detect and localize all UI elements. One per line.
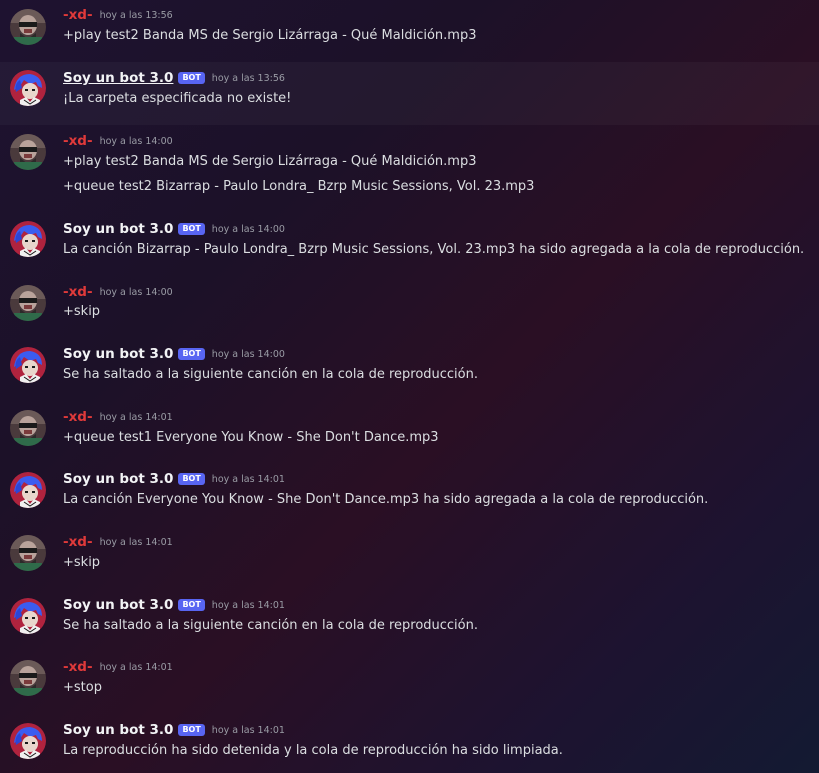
- message-content: +skip: [63, 555, 101, 570]
- blue-hair-character-avatar-icon[interactable]: [10, 221, 46, 257]
- message-item[interactable]: -xd-hoy a las 14:00 +skip: [0, 280, 819, 342]
- bot-badge: BOT: [178, 72, 205, 84]
- blue-hair-character-avatar-icon[interactable]: [10, 347, 46, 383]
- message-content: Se ha saltado a la siguiente canción en …: [63, 367, 478, 382]
- bot-badge: BOT: [178, 348, 205, 360]
- message-timestamp[interactable]: hoy a las 14:00: [100, 136, 173, 147]
- author-name[interactable]: -xd-: [63, 7, 93, 23]
- message-header: Soy un bot 3.0 BOT hoy a las 14:01: [63, 720, 285, 740]
- author-name[interactable]: -xd-: [63, 133, 93, 149]
- message-item[interactable]: Soy un bot 3.0 BOT hoy a las 14:01 La canci…: [0, 466, 819, 528]
- message-header: Soy un bot 3.0 BOT hoy a las 14:01: [63, 595, 285, 615]
- masked-person-avatar-icon[interactable]: [10, 285, 46, 321]
- author-name[interactable]: Soy un bot 3.0: [63, 221, 173, 237]
- author-name[interactable]: Soy un bot 3.0: [63, 346, 173, 362]
- message-timestamp[interactable]: hoy a las 13:56: [100, 10, 173, 21]
- message-header: -xd-hoy a las 14:01: [63, 407, 173, 427]
- message-timestamp[interactable]: hoy a las 14:00: [100, 287, 173, 298]
- blue-hair-character-avatar-icon[interactable]: [10, 598, 46, 634]
- message-item[interactable]: Soy un bot 3.0 BOT hoy a las 14:01 Se ha sa…: [0, 590, 819, 652]
- message-list: -xd-hoy a las 13:56 +play test2 Banda MS …: [0, 0, 819, 773]
- message-timestamp[interactable]: hoy a las 13:56: [212, 73, 285, 84]
- message-header: Soy un bot 3.0 BOT hoy a las 14:00: [63, 344, 285, 364]
- message-timestamp[interactable]: hoy a las 14:00: [212, 224, 285, 235]
- message-timestamp[interactable]: hoy a las 14:01: [212, 725, 285, 736]
- message-timestamp[interactable]: hoy a las 14:00: [212, 349, 285, 360]
- message-item[interactable]: Soy un bot 3.0 BOT hoy a las 14:00 La canci…: [0, 213, 819, 280]
- message-header: -xd-hoy a las 14:00: [63, 131, 173, 151]
- message-content: +skip: [63, 304, 101, 319]
- message-content: La canción Everyone You Know - She Don't…: [63, 492, 709, 507]
- author-name[interactable]: -xd-: [63, 409, 93, 425]
- author-name[interactable]: Soy un bot 3.0: [63, 70, 173, 86]
- message-content: +queue test2 Bizarrap - Paulo Londra_ Bz…: [63, 179, 535, 194]
- bot-badge: BOT: [178, 223, 205, 235]
- message-item[interactable]: Soy un bot 3.0 BOT hoy a las 14:01 La repro…: [0, 714, 819, 773]
- message-timestamp[interactable]: hoy a las 14:01: [100, 662, 173, 673]
- message-item[interactable]: -xd-hoy a las 14:01 +stop: [0, 652, 819, 714]
- author-name[interactable]: Soy un bot 3.0: [63, 597, 173, 613]
- author-name[interactable]: -xd-: [63, 534, 93, 550]
- message-timestamp[interactable]: hoy a las 14:01: [100, 537, 173, 548]
- message-item[interactable]: Soy un bot 3.0 BOT hoy a las 13:56 ¡La carp…: [0, 62, 819, 125]
- message-content: Se ha saltado a la siguiente canción en …: [63, 618, 478, 633]
- blue-hair-character-avatar-icon[interactable]: [10, 70, 46, 106]
- masked-person-avatar-icon[interactable]: [10, 410, 46, 446]
- author-name[interactable]: Soy un bot 3.0: [63, 471, 173, 487]
- blue-hair-character-avatar-icon[interactable]: [10, 472, 46, 508]
- masked-person-avatar-icon[interactable]: [10, 134, 46, 170]
- masked-person-avatar-icon[interactable]: [10, 535, 46, 571]
- author-name[interactable]: Soy un bot 3.0: [63, 722, 173, 738]
- message-content: +play test2 Banda MS de Sergio Lizárraga…: [63, 28, 477, 43]
- masked-person-avatar-icon[interactable]: [10, 9, 46, 45]
- message-header: -xd-hoy a las 14:01: [63, 657, 173, 677]
- message-content: +stop: [63, 680, 102, 695]
- bot-badge: BOT: [178, 599, 205, 611]
- message-item[interactable]: -xd-hoy a las 14:00 +play test2 Banda MS …: [0, 125, 819, 213]
- message-header: -xd-hoy a las 14:01: [63, 532, 173, 552]
- message-timestamp[interactable]: hoy a las 14:01: [212, 600, 285, 611]
- message-header: -xd-hoy a las 13:56: [63, 5, 173, 25]
- message-timestamp[interactable]: hoy a las 14:01: [100, 412, 173, 423]
- message-item[interactable]: Soy un bot 3.0 BOT hoy a las 14:00 Se ha sa…: [0, 342, 819, 404]
- message-content: +queue test1 Everyone You Know - She Don…: [63, 430, 439, 445]
- author-name[interactable]: -xd-: [63, 284, 93, 300]
- message-content: La reproducción ha sido detenida y la co…: [63, 743, 563, 758]
- message-item[interactable]: -xd-hoy a las 14:01 +skip: [0, 528, 819, 590]
- bot-badge: BOT: [178, 473, 205, 485]
- bot-badge: BOT: [178, 724, 205, 736]
- message-item[interactable]: -xd-hoy a las 14:01 +queue test1 Everyone…: [0, 404, 819, 466]
- message-header: Soy un bot 3.0 BOT hoy a las 13:56: [63, 68, 285, 88]
- author-name[interactable]: -xd-: [63, 659, 93, 675]
- message-header: Soy un bot 3.0 BOT hoy a las 14:01: [63, 469, 285, 489]
- message-content: La canción Bizarrap - Paulo Londra_ Bzrp…: [63, 242, 805, 257]
- message-header: -xd-hoy a las 14:00: [63, 282, 173, 302]
- message-header: Soy un bot 3.0 BOT hoy a las 14:00: [63, 219, 285, 239]
- blue-hair-character-avatar-icon[interactable]: [10, 723, 46, 759]
- message-content: ¡La carpeta especificada no existe!: [63, 91, 292, 106]
- message-timestamp[interactable]: hoy a las 14:01: [212, 474, 285, 485]
- message-content: +play test2 Banda MS de Sergio Lizárraga…: [63, 154, 477, 169]
- masked-person-avatar-icon[interactable]: [10, 660, 46, 696]
- message-item[interactable]: -xd-hoy a las 13:56 +play test2 Banda MS …: [0, 0, 819, 62]
